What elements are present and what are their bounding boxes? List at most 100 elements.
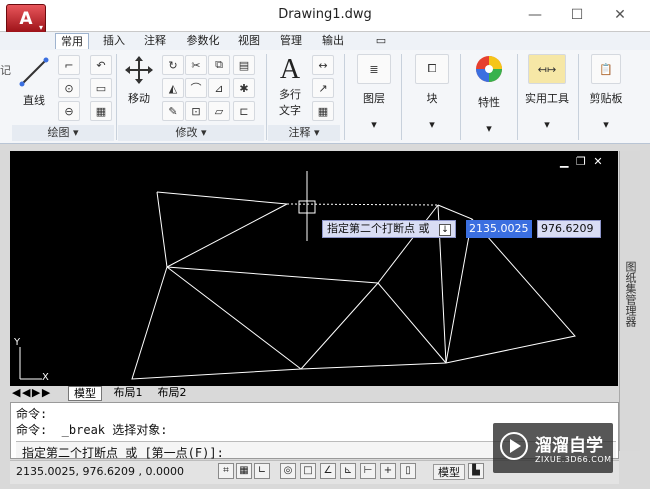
tab-layout2[interactable]: 布局2 (152, 386, 192, 401)
command-history-line: 命令: _break 选择对象: (16, 423, 168, 437)
viewport-minimize-button[interactable]: ▁ (560, 155, 568, 168)
leader-icon[interactable]: ↗ (312, 78, 334, 98)
array-icon[interactable]: ▤ (233, 55, 255, 75)
dynamic-input-toggle[interactable]: ⊢ (360, 463, 376, 479)
trim-icon[interactable]: ✂ (185, 55, 207, 75)
line-tool-label: 直线 (23, 94, 45, 107)
move-tool-label: 移动 (128, 92, 150, 105)
draw-panel-title[interactable]: 绘图 ▾ (12, 125, 114, 141)
application-menu-button[interactable]: A ▾ (6, 4, 46, 34)
tab-insert[interactable]: 插入 (97, 33, 131, 49)
tab-output[interactable]: 输出 (316, 33, 350, 49)
multiline-text-button[interactable]: A 多行 文字 (272, 54, 308, 118)
clipboard-button[interactable]: 📋 剪贴板 ▾ (584, 54, 628, 131)
move-arrows-icon (125, 56, 153, 84)
join-icon[interactable]: ⊏ (233, 101, 255, 121)
crosshair-cursor (298, 171, 316, 241)
stretch-icon[interactable]: ⊿ (208, 78, 230, 98)
copy-icon[interactable]: ⧉ (208, 55, 230, 75)
window-title: Drawing1.dwg (278, 7, 372, 22)
play-logo-icon (500, 432, 528, 460)
modify-panel-title[interactable]: 修改 ▾ (118, 125, 264, 141)
watermark-logo: 溜溜自学 ZIXUE.3D66.COM (493, 423, 613, 473)
measure-ruler-icon: ↤↦ (528, 54, 566, 84)
infer-constraints-toggle[interactable]: ⌗ (218, 463, 234, 479)
dynamic-input-y-field[interactable]: 976.6209 (537, 220, 601, 238)
ducs-toggle[interactable]: ⊾ (340, 463, 356, 479)
color-wheel-icon (476, 56, 502, 82)
polar-tracking-toggle[interactable]: ◎ (280, 463, 296, 479)
tab-home[interactable]: 常用 (55, 33, 89, 49)
grid-toggle[interactable]: ▦ (236, 463, 252, 479)
layers-icon: ≣ (357, 54, 391, 84)
table-icon[interactable]: ▦ (312, 101, 334, 121)
ucs-y-label: Y (14, 337, 21, 348)
utilities-button[interactable]: ↤↦ 实用工具 ▾ (521, 54, 573, 131)
tab-annotate[interactable]: 注释 (138, 33, 172, 49)
annotation-panel-title[interactable]: 注释 ▾ (268, 125, 340, 141)
otrack-toggle[interactable]: ∠ (320, 463, 336, 479)
hatch-icon[interactable]: ▦ (90, 101, 112, 121)
polyline-icon[interactable]: ⌐ (58, 55, 80, 75)
rectangle-icon[interactable]: ▭ (90, 78, 112, 98)
quick-properties-toggle[interactable]: ▯ (400, 463, 416, 479)
mtext-label-2: 文字 (279, 104, 301, 117)
minimize-button[interactable]: — (520, 4, 550, 26)
command-history-line: 命令: (16, 407, 48, 421)
explode-icon[interactable]: ✱ (233, 78, 255, 98)
panel-divider (344, 54, 345, 140)
sheet-set-palette-strip[interactable]: 图纸集管理器 (619, 151, 640, 451)
line-tool-button[interactable]: 直线 (14, 54, 54, 107)
model-space-button[interactable]: 模型 (433, 464, 465, 480)
ortho-toggle[interactable]: ∟ (254, 463, 270, 479)
ribbon-minimize-toggle[interactable]: ▭ (370, 33, 392, 49)
ellipse-icon[interactable]: ⊖ (58, 101, 80, 121)
tab-manage[interactable]: 管理 (274, 33, 308, 49)
offset-icon[interactable]: ▱ (208, 101, 230, 121)
viewport-restore-button[interactable]: ❐ (576, 155, 586, 168)
dynamic-input-prompt: 指定第二个打断点 或 ↓ (322, 220, 456, 238)
erase-icon[interactable]: ✎ (162, 101, 184, 121)
tab-parametric[interactable]: 参数化 (180, 33, 226, 49)
dynamic-prompt-text: 指定第二个打断点 或 (327, 222, 430, 235)
dynamic-input-x-field[interactable]: 2135.0025 (466, 220, 532, 238)
tab-layout1[interactable]: 布局1 (108, 386, 148, 401)
panel-divider (460, 54, 461, 140)
move-tool-button[interactable]: 移动 (120, 54, 158, 105)
osnap-toggle[interactable]: □ (300, 463, 316, 479)
block-insert-icon: ⧠ (415, 54, 449, 84)
scale-icon[interactable]: ⊡ (185, 101, 207, 121)
block-button[interactable]: ⧠ 块 ▾ (410, 54, 454, 131)
text-a-icon: A (279, 54, 301, 85)
mirror-icon[interactable]: ◭ (162, 78, 184, 98)
panel-divider (517, 54, 518, 140)
layers-button[interactable]: ≣ 图层 ▾ (352, 54, 396, 131)
lineweight-toggle[interactable]: + (380, 463, 396, 479)
close-button[interactable]: ✕ (605, 4, 635, 26)
watermark-url: ZIXUE.3D66.COM (535, 455, 612, 464)
properties-button[interactable]: 特性 ▾ (466, 54, 512, 135)
fillet-icon[interactable]: ⌒ (185, 78, 207, 98)
layout-nav-buttons[interactable]: ◀ ◀ ▶ ▶ (12, 386, 64, 401)
chevron-down-icon: ▾ (544, 118, 550, 131)
properties-label: 特性 (478, 96, 500, 109)
dimension-icon[interactable]: ↔ (312, 55, 334, 75)
panel-divider (116, 54, 117, 140)
undo-arc-icon[interactable]: ↶ (90, 55, 112, 75)
utilities-label: 实用工具 (525, 92, 569, 105)
layout-view-icon[interactable]: ▙ (468, 463, 484, 479)
tab-view[interactable]: 视图 (232, 33, 266, 49)
viewport-close-button[interactable]: ✕ (593, 155, 602, 168)
circle-icon[interactable]: ⊙ (58, 78, 80, 98)
break-segment (286, 203, 439, 206)
options-arrow-icon[interactable]: ↓ (439, 224, 451, 236)
viewport-controls: ▁ ❐ ✕ (560, 155, 616, 169)
mtext-label: 多行 (279, 88, 301, 101)
tab-model[interactable]: 模型 (68, 386, 102, 401)
chevron-down-icon: ▾ (429, 118, 435, 131)
line-icon (19, 57, 49, 87)
panel-divider (401, 54, 402, 140)
maximize-button[interactable]: ☐ (562, 4, 592, 26)
rotate-icon[interactable]: ↻ (162, 55, 184, 75)
drawing-canvas[interactable] (10, 151, 618, 386)
